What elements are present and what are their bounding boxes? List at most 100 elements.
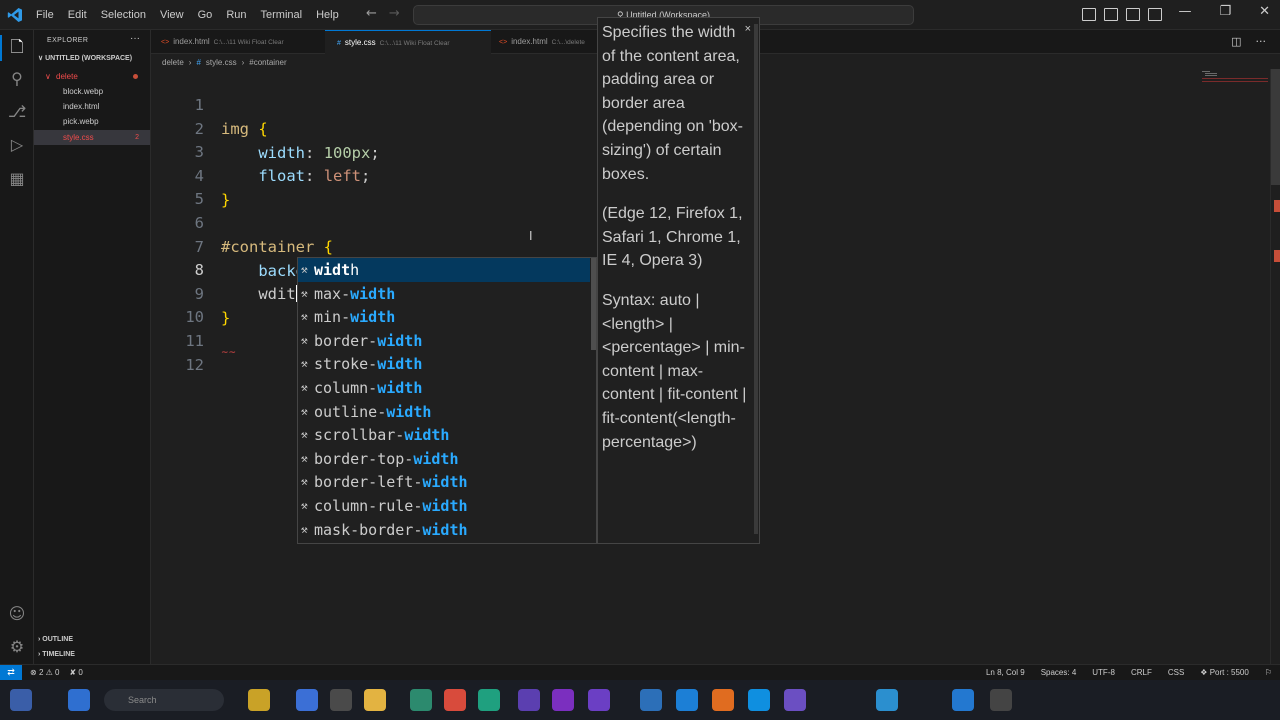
menu-run[interactable]: Run — [219, 9, 253, 21]
cursor-position[interactable]: Ln 8, Col 9 — [986, 665, 1025, 680]
menu-help[interactable]: Help — [309, 9, 346, 21]
taskbar-app-icon[interactable] — [410, 689, 432, 711]
taskbar-app-icon[interactable] — [552, 689, 574, 711]
taskbar-app-icon[interactable] — [640, 689, 662, 711]
minimap[interactable] — [1202, 70, 1268, 84]
taskbar-app-icon[interactable] — [248, 689, 270, 711]
remote-icon[interactable]: ⇄ — [0, 665, 22, 681]
tab-index-html-delete[interactable]: <> index.html C:\...\delete — [491, 30, 597, 54]
menu-terminal[interactable]: Terminal — [254, 9, 310, 21]
account-icon[interactable]: ☺ — [8, 605, 26, 623]
suggestion-item[interactable]: ⚒ border-top-width — [298, 447, 590, 471]
encoding[interactable]: UTF-8 — [1092, 665, 1115, 680]
taskbar-app-icon[interactable] — [68, 689, 90, 711]
suggestion-item[interactable]: ⚒ border-left-width — [298, 470, 590, 494]
settings-gear-icon[interactable]: ⚙ — [8, 638, 26, 656]
end-of-line[interactable]: CRLF — [1131, 665, 1152, 680]
taskbar-app-icon[interactable] — [296, 689, 318, 711]
taskbar-app-icon[interactable] — [784, 689, 806, 711]
restore-icon[interactable]: ❐ — [1219, 4, 1231, 19]
tab-style-css[interactable]: # style.css C:\...\11 Wiki Float Clear — [325, 30, 491, 54]
taskbar-app-icon[interactable] — [712, 689, 734, 711]
start-icon[interactable] — [10, 689, 32, 711]
breadcrumb-file[interactable]: style.css — [206, 58, 237, 67]
extensions-icon[interactable]: ▦ — [8, 170, 26, 188]
breadcrumb-symbol[interactable]: #container — [249, 58, 286, 67]
suggestion-item[interactable]: ⚒ column-width — [298, 376, 590, 400]
search-icon[interactable]: ⚲ — [8, 70, 26, 88]
toggle-secondary-sidebar-icon[interactable] — [1126, 8, 1140, 21]
indentation[interactable]: Spaces: 4 — [1041, 665, 1077, 680]
explorer-icon[interactable]: 🗋 — [8, 38, 26, 56]
taskbar-app-icon[interactable] — [444, 689, 466, 711]
file-item[interactable]: index.html — [34, 99, 150, 114]
taskbar-app-icon[interactable] — [876, 689, 898, 711]
toggle-panel-icon[interactable] — [1104, 8, 1118, 21]
suggestion-item[interactable]: ⚒ stroke-width — [298, 352, 590, 376]
back-arrow-icon[interactable]: ← — [366, 6, 377, 21]
toggle-primary-sidebar-icon[interactable] — [1082, 8, 1096, 21]
suggest-scrollbar[interactable] — [591, 258, 596, 350]
close-icon[interactable]: × — [745, 18, 751, 42]
taskbar-app-icon[interactable] — [748, 689, 770, 711]
taskbar-app-icon[interactable] — [330, 689, 352, 711]
taskbar-app-icon[interactable] — [364, 689, 386, 711]
tab-label: style.css — [344, 38, 376, 47]
file-item[interactable]: block.webp — [34, 84, 150, 99]
scrollbar-thumb[interactable] — [1271, 69, 1280, 185]
taskbar-app-icon[interactable] — [588, 689, 610, 711]
tab-index-html[interactable]: <> index.html C:\...\11 Wiki Float Clear — [151, 30, 325, 54]
split-editor-icon[interactable]: ◫ — [1231, 35, 1241, 48]
suggestion-item-focused[interactable]: ⚒ width — [298, 258, 590, 282]
brace-token: { — [258, 120, 268, 138]
workspace-header[interactable]: ∨ UNTITLED (WORKSPACE) — [38, 54, 132, 62]
forward-arrow-icon[interactable]: → — [389, 6, 400, 21]
suggestion-item[interactable]: ⚒ column-rule-width — [298, 494, 590, 518]
minimize-icon[interactable]: — — [1178, 4, 1191, 19]
active-indicator — [0, 35, 2, 61]
source-control-icon[interactable]: ⎇ — [8, 103, 26, 121]
file-item-selected[interactable]: style.css 2 — [34, 130, 150, 145]
editor-vertical-scrollbar[interactable] — [1270, 69, 1280, 664]
outline-label: OUTLINE — [42, 636, 74, 643]
window-close-icon[interactable]: ✕ — [1259, 4, 1270, 19]
timeline-section[interactable]: › TIMELINE — [38, 651, 75, 658]
menu-selection[interactable]: Selection — [94, 9, 153, 21]
selector-token: #container — [221, 238, 315, 256]
suggestion-item[interactable]: ⚒ border-width — [298, 329, 590, 353]
language-mode[interactable]: CSS — [1168, 665, 1184, 680]
more-actions-icon[interactable]: ··· — [130, 33, 140, 44]
live-server-port[interactable]: ❖ Port : 5500 — [1200, 665, 1249, 680]
menu-file[interactable]: File — [29, 9, 61, 21]
ports-indicator[interactable]: ✘ 0 — [69, 665, 82, 680]
suggestion-item[interactable]: ⚒ scrollbar-width — [298, 423, 590, 447]
more-actions-icon[interactable]: ··· — [1256, 35, 1267, 48]
property-syntax: Syntax: auto | <length> | <percentage> |… — [602, 291, 747, 451]
menu-view[interactable]: View — [153, 9, 191, 21]
file-item[interactable]: pick.webp — [34, 114, 150, 129]
taskbar-search[interactable]: Search — [104, 689, 224, 711]
breadcrumb: delete › # style.css › #container — [162, 55, 287, 69]
html-file-icon: <> — [161, 39, 170, 46]
suggestion-item[interactable]: ⚒ min-width — [298, 305, 590, 329]
taskbar-app-icon[interactable] — [518, 689, 540, 711]
outline-section[interactable]: › OUTLINE — [38, 636, 73, 643]
taskbar-app-icon[interactable] — [990, 689, 1012, 711]
tab-label: index.html — [173, 37, 210, 46]
taskbar-clock[interactable] — [1256, 687, 1258, 709]
suggestion-item[interactable]: ⚒ max-width — [298, 282, 590, 306]
folder-delete[interactable]: ∨ delete — [34, 69, 150, 84]
taskbar-app-icon[interactable] — [676, 689, 698, 711]
suggestion-item[interactable]: ⚒ mask-border-width — [298, 518, 590, 542]
menu-go[interactable]: Go — [191, 9, 220, 21]
suggestion-item[interactable]: ⚒ outline-width — [298, 400, 590, 424]
breadcrumb-folder[interactable]: delete — [162, 58, 184, 67]
problems-indicator[interactable]: ⊗ 2 ⚠ 0 — [30, 665, 59, 680]
taskbar-app-icon[interactable] — [478, 689, 500, 711]
run-debug-icon[interactable]: ▷ — [8, 136, 26, 154]
details-scrollbar[interactable] — [754, 24, 758, 534]
menu-edit[interactable]: Edit — [61, 9, 94, 21]
taskbar-vscode-icon[interactable] — [952, 689, 974, 711]
customize-layout-icon[interactable] — [1148, 8, 1162, 21]
bell-icon[interactable]: ⚐ — [1265, 665, 1272, 680]
